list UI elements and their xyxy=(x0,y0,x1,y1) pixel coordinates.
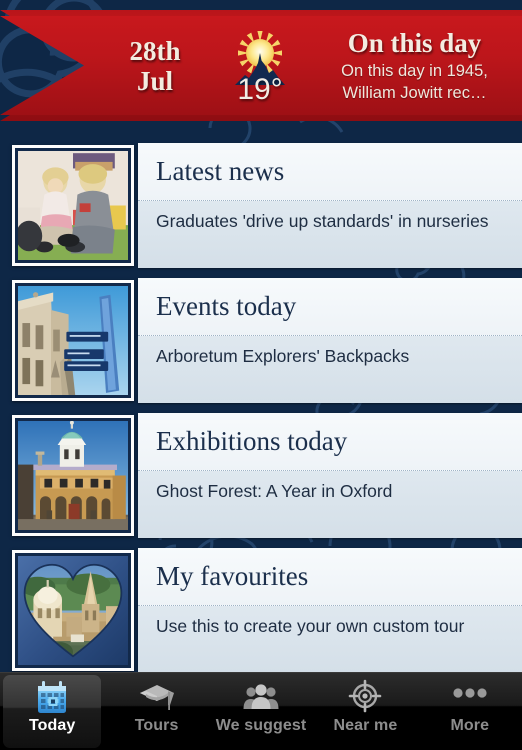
crosshair-icon xyxy=(346,679,384,715)
oxford-skyline-heart-photo xyxy=(18,556,128,665)
tab-tours[interactable]: Tours xyxy=(104,673,208,750)
tab-near-me[interactable]: Near me xyxy=(313,673,417,750)
list-item-subtitle: Arboretum Explorers' Backpacks xyxy=(138,336,522,403)
list-item[interactable]: Latest news Graduates 'drive up standard… xyxy=(0,143,522,268)
tab-label-tours: Tours xyxy=(134,717,179,734)
list-item-thumbnail[interactable] xyxy=(0,143,138,268)
list-item-title: Latest news xyxy=(138,143,522,201)
header-weather: 19° xyxy=(215,25,305,107)
list-item-thumbnail[interactable] xyxy=(0,548,138,673)
tab-bar: Today Tours We suggest Near me More xyxy=(0,672,522,750)
on-this-day-text: On this day in 1945, William Jowitt rec… xyxy=(341,61,488,102)
list-item-title: Exhibitions today xyxy=(138,413,522,471)
list-item[interactable]: Exhibitions today Ghost Forest: A Year i… xyxy=(0,413,522,538)
oxford-signpost-photo xyxy=(18,286,128,395)
content-list: Latest news Graduates 'drive up standard… xyxy=(0,131,522,673)
tab-label-more: More xyxy=(450,717,490,734)
on-this-day-title: On this day xyxy=(347,27,482,58)
list-item-panel[interactable]: Events today Arboretum Explorers' Backpa… xyxy=(138,278,522,403)
list-item-subtitle: Use this to create your own custom tour xyxy=(138,606,522,673)
list-item-panel[interactable]: Exhibitions today Ghost Forest: A Year i… xyxy=(138,413,522,538)
tab-label-near-me: Near me xyxy=(333,717,398,734)
list-item[interactable]: My favourites Use this to create your ow… xyxy=(0,548,522,673)
header-date: 28th Jul xyxy=(95,36,215,96)
tab-more[interactable]: More xyxy=(418,673,522,750)
list-item-panel[interactable]: My favourites Use this to create your ow… xyxy=(138,548,522,673)
list-item-title: My favourites xyxy=(138,548,522,606)
list-item-thumbnail[interactable] xyxy=(0,413,138,538)
app-root: 28th Jul 19° On this day On this day in … xyxy=(0,0,522,750)
children-playing-photo xyxy=(18,151,128,260)
list-item-subtitle: Ghost Forest: A Year in Oxford xyxy=(138,471,522,538)
header-date-month: Jul xyxy=(136,65,174,96)
three-dots-icon xyxy=(451,679,489,715)
list-item[interactable]: Events today Arboretum Explorers' Backpa… xyxy=(0,278,522,403)
on-this-day-block[interactable]: On this day On this day in 1945, William… xyxy=(305,28,522,104)
list-item-panel[interactable]: Latest news Graduates 'drive up standard… xyxy=(138,143,522,268)
tab-we-suggest[interactable]: We suggest xyxy=(209,673,313,750)
temperature-value: 19° xyxy=(237,72,283,106)
tab-today[interactable]: Today xyxy=(0,673,104,750)
sheldonian-theatre-photo xyxy=(18,421,128,530)
header-banner[interactable]: 28th Jul 19° On this day On this day in … xyxy=(0,0,522,131)
calendar-icon xyxy=(33,679,71,715)
list-item-thumbnail[interactable] xyxy=(0,278,138,403)
tab-label-today: Today xyxy=(28,717,76,734)
tab-label-we-suggest: We suggest xyxy=(215,717,307,734)
header-date-day: 28th xyxy=(129,35,181,66)
graduation-cap-icon xyxy=(138,679,176,715)
list-item-subtitle: Graduates 'drive up standards' in nurser… xyxy=(138,201,522,268)
list-item-title: Events today xyxy=(138,278,522,336)
people-group-icon xyxy=(242,679,280,715)
